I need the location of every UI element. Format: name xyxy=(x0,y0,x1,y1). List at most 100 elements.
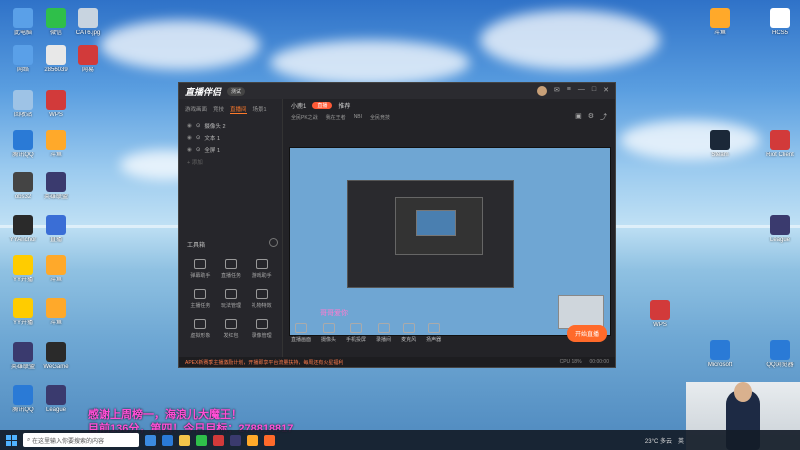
tab[interactable]: 竞技 xyxy=(213,105,224,114)
desktop-icon[interactable]: 斗鱼 xyxy=(36,298,76,327)
desktop-icon-label: 斗鱼 xyxy=(713,30,726,36)
left-panel: 游戏画面 竞技 直播间 场景1 ◉ ⊙ 摄像头 2 ◉ ⊙ 文本 1 ◉ ⊙ 全屏 1 + … xyxy=(179,99,283,367)
room-title[interactable]: 小鹿1 xyxy=(291,101,306,110)
tool-button[interactable]: 主播任务 xyxy=(185,289,216,309)
app-badge[interactable]: 测试 xyxy=(227,86,246,96)
ime-indicator[interactable]: 英 xyxy=(678,436,684,445)
control-label: 麦克风 xyxy=(401,337,417,343)
eye-icon[interactable]: ◉ xyxy=(187,135,192,141)
desktop-icon[interactable]: 英雄联盟 xyxy=(36,172,76,201)
douyu-icon[interactable] xyxy=(247,434,258,446)
tab[interactable]: 场景1 xyxy=(253,105,267,114)
announcement-text[interactable]: APEX新赛季主播激励计划，开播即享平台流量扶持，每周还有火星福利 xyxy=(185,359,343,366)
wechat-icon[interactable] xyxy=(196,434,207,446)
taskbar-search[interactable]: ⌕ 在这里输入你要搜索的内容 xyxy=(23,433,139,447)
desktop-icon[interactable]: Riot Client xyxy=(760,130,800,159)
toolbox-grid: 弹幕助手 直播任务 游戏助手 主播任务 玩法管理 礼物特效 虚拟形象 发红包 录… xyxy=(185,259,277,339)
desktop-icon[interactable]: WPS xyxy=(640,300,680,329)
control-button[interactable]: 摄像头 xyxy=(321,323,336,343)
tool-button[interactable]: 录像管理 xyxy=(246,319,277,339)
source-item[interactable]: ◉ ⊙ 摄像头 2 xyxy=(179,120,282,132)
tool-icon xyxy=(255,289,268,299)
start-button[interactable] xyxy=(6,434,17,446)
close-icon[interactable]: ✕ xyxy=(603,86,609,96)
desktop-icon[interactable]: Microsoft xyxy=(700,340,740,369)
desktop-icon[interactable]: 斗鱼 xyxy=(700,8,740,37)
share-icon[interactable]: ⤴ xyxy=(600,112,607,122)
add-source-button[interactable]: + 添加 xyxy=(179,156,282,168)
desktop-icon-label: QQ浏览器 xyxy=(766,362,794,368)
lock-icon[interactable]: ⊙ xyxy=(196,123,201,129)
app-icon xyxy=(13,130,33,150)
explorer-icon[interactable] xyxy=(179,434,190,446)
maximize-icon[interactable]: □ xyxy=(592,86,596,96)
minimize-icon[interactable]: — xyxy=(578,86,585,96)
desktop-icon[interactable]: 直播 xyxy=(36,215,76,244)
menu-icon[interactable]: ≡ xyxy=(567,86,571,96)
weather[interactable]: 23°C 多云 xyxy=(645,436,672,445)
eye-icon[interactable]: ◉ xyxy=(187,123,192,129)
settings-icon[interactable]: ⚙ xyxy=(588,112,594,122)
app-icon xyxy=(710,130,730,150)
tool-button[interactable]: 礼物特效 xyxy=(246,289,277,309)
settings-icon[interactable] xyxy=(269,238,278,247)
phone-icon xyxy=(350,323,363,333)
mail-icon[interactable]: ✉ xyxy=(554,86,560,96)
category-item[interactable]: 全民竞技 xyxy=(370,114,390,121)
tool-button[interactable]: 虚拟形象 xyxy=(185,319,216,339)
desktop-icon[interactable]: 网易 xyxy=(68,45,108,74)
tool-button[interactable]: 直播任务 xyxy=(216,259,247,279)
stream-preview[interactable]: 哥哥爱你 xyxy=(289,147,611,336)
desktop-icon[interactable]: HCS5 xyxy=(760,8,800,37)
desktop-icon-label: WeGame xyxy=(43,364,69,370)
category-item[interactable]: 全民PK之战 xyxy=(291,114,318,121)
control-button[interactable]: 录播间 xyxy=(376,323,391,343)
tab[interactable]: 游戏画面 xyxy=(185,105,207,114)
eye-icon[interactable]: ◉ xyxy=(187,147,192,153)
desktop-icon[interactable]: League xyxy=(36,385,76,414)
tool-button[interactable]: 游戏助手 xyxy=(246,259,277,279)
cloud xyxy=(100,20,260,70)
desktop-icon[interactable]: QQ浏览器 xyxy=(760,340,800,369)
user-avatar[interactable] xyxy=(536,86,547,96)
live-companion-window[interactable]: 直播伴侣 测试 ✉ ≡ — □ ✕ 游戏画面 竞技 直播间 场景1 ◉ ⊙ 摄像头 … xyxy=(178,82,616,368)
tool-button[interactable]: 发红包 xyxy=(216,319,247,339)
league-icon[interactable] xyxy=(230,434,241,446)
lock-icon[interactable]: ⊙ xyxy=(196,147,201,153)
lock-icon[interactable]: ⊙ xyxy=(196,135,201,141)
title-bar[interactable]: 直播伴侣 测试 ✉ ≡ — □ ✕ xyxy=(179,83,615,99)
task-view-icon[interactable] xyxy=(145,434,156,446)
desktop-icon[interactable]: Steam xyxy=(700,130,740,159)
app-icon xyxy=(46,8,66,28)
control-button[interactable]: 麦克风 xyxy=(401,323,416,343)
category-item[interactable]: 我在王者 xyxy=(326,114,346,121)
control-button[interactable]: 扬声器 xyxy=(426,323,441,343)
live-pill[interactable]: 直播 xyxy=(312,101,333,109)
tool-label: 直播任务 xyxy=(220,273,241,279)
live-companion-icon[interactable] xyxy=(264,434,275,446)
source-item[interactable]: ◉ ⊙ 全屏 1 xyxy=(179,144,282,156)
start-live-button[interactable]: 开始直播 xyxy=(566,324,607,342)
desktop-icon[interactable]: WPS xyxy=(36,90,76,119)
desktop-icon[interactable]: 斗鱼 xyxy=(36,255,76,284)
desktop-icon[interactable]: WeGame xyxy=(36,342,76,371)
tool-button[interactable]: 玩法管理 xyxy=(216,289,247,309)
desktop-icon[interactable]: CAT6.jpg xyxy=(68,8,108,37)
record-icon xyxy=(377,323,390,333)
cloud xyxy=(270,40,470,85)
control-label: 录播间 xyxy=(376,337,392,343)
source-item[interactable]: ◉ ⊙ 文本 1 xyxy=(179,132,282,144)
recommend-tag[interactable]: 推荐 xyxy=(338,101,350,110)
app-icon xyxy=(13,255,33,275)
layout-icon[interactable]: ▣ xyxy=(575,112,582,122)
app-icon[interactable] xyxy=(213,434,224,446)
edge-icon[interactable] xyxy=(162,434,173,446)
desktop-icon-label: HCS5 xyxy=(771,30,788,36)
desktop-icon[interactable]: League xyxy=(760,215,800,244)
control-button[interactable]: 直播画面 xyxy=(291,323,311,343)
tab[interactable]: 直播间 xyxy=(230,105,247,114)
desktop-icon[interactable]: 斗鱼 xyxy=(36,130,76,159)
tool-button[interactable]: 弹幕助手 xyxy=(185,259,216,279)
control-button[interactable]: 手机投屏 xyxy=(346,323,366,343)
category-item[interactable]: NBI xyxy=(354,114,362,120)
